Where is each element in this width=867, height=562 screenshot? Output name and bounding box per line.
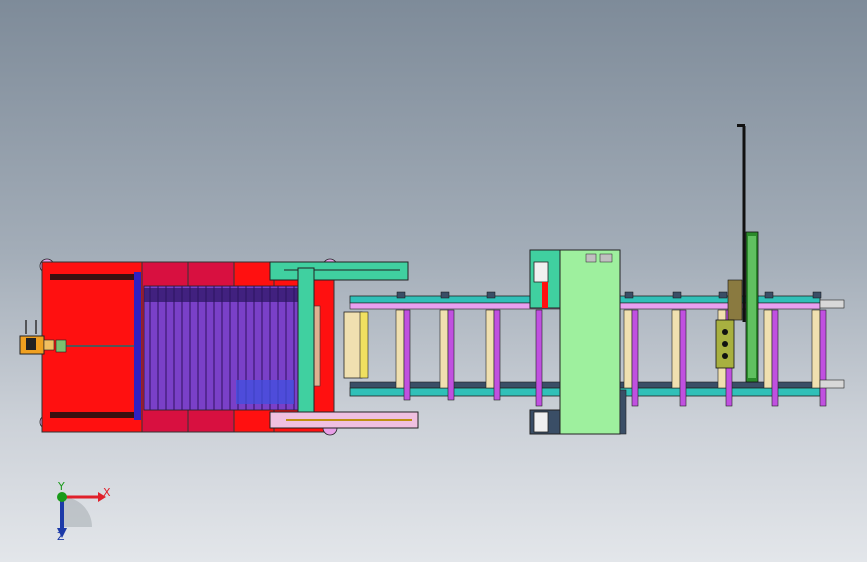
- sensor-dot: [722, 329, 728, 335]
- machine-body: [559, 249, 621, 435]
- exit-bracket: [819, 299, 845, 309]
- blue-end-plate: [134, 272, 141, 420]
- vertical-green-post: [297, 267, 315, 427]
- coupling: [55, 339, 67, 353]
- mast-carriage: [727, 279, 743, 321]
- sensor-dot: [722, 341, 728, 347]
- exit-bracket: [819, 379, 845, 389]
- machine-indicator: [542, 282, 548, 308]
- mast-cap: [737, 124, 745, 127]
- machine-base-right: [619, 389, 627, 435]
- cad-graphics-viewport[interactable]: X Y Z: [0, 0, 867, 562]
- upper-green-arm: [269, 261, 409, 281]
- mast-guide-inner: [748, 236, 756, 378]
- z-axis-label: Z: [57, 530, 65, 543]
- machine-port: [599, 253, 613, 263]
- central-machine[interactable]: [529, 249, 627, 435]
- y-axis-dot: [57, 492, 67, 502]
- x-axis-label: X: [103, 486, 111, 499]
- left-frame-assembly[interactable]: [19, 258, 335, 433]
- sensor-dot: [722, 353, 728, 359]
- roller-clamps: [144, 288, 300, 302]
- motor-detail: [26, 338, 36, 350]
- triad-plane: [62, 497, 92, 527]
- right-mast-assembly[interactable]: [715, 124, 759, 383]
- machine-port: [585, 253, 597, 263]
- blue-inset: [236, 380, 294, 404]
- assembly-model[interactable]: [0, 0, 867, 562]
- machine-window: [533, 261, 549, 283]
- y-axis-label: Y: [58, 480, 65, 493]
- gearbox: [43, 339, 55, 351]
- machine-window: [533, 411, 549, 433]
- entry-roller-yellow: [359, 311, 369, 379]
- frame-rail-bottom: [50, 412, 136, 418]
- entry-roller: [343, 311, 363, 379]
- frame-rail-top: [50, 274, 136, 280]
